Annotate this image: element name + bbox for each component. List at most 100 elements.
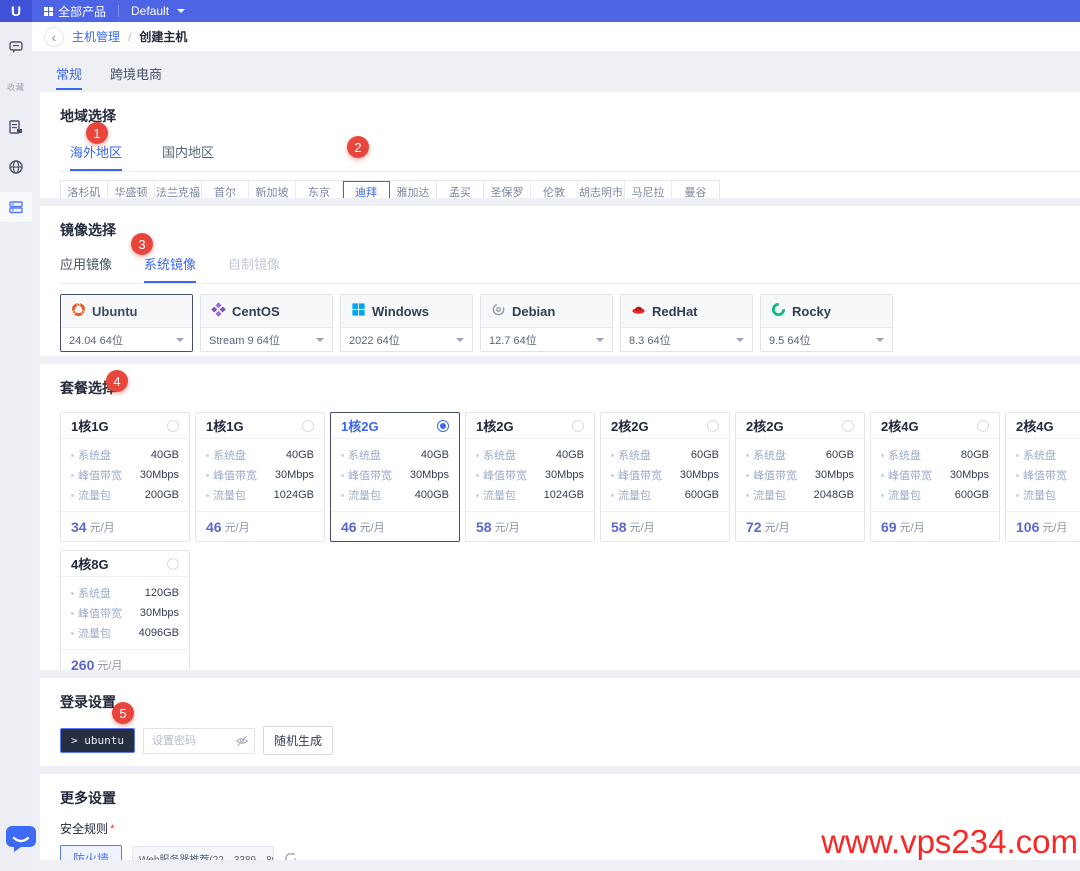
ubuntu-version-select[interactable]: 24.04 64位 [61,327,192,351]
chat-bubble-icon[interactable] [6,826,36,855]
city-saopaulo[interactable]: 圣保罗 [484,181,531,198]
firewall-button[interactable]: 防火墙 [60,845,122,860]
image-title: 镜像选择 [60,220,1080,240]
radio-icon[interactable] [842,420,854,432]
city-london[interactable]: 伦敦 [531,181,578,198]
spec-label: 流量包 [206,487,246,503]
spec-label: 系统盘 [71,585,111,601]
refresh-icon[interactable] [284,852,297,860]
city-mumbai[interactable]: 孟买 [437,181,484,198]
tab-general[interactable]: 常规 [56,64,82,90]
radio-icon[interactable] [707,420,719,432]
city-bangkok[interactable]: 曼谷 [672,181,719,198]
all-products-menu[interactable]: 全部产品 [32,0,118,22]
city-frankfurt[interactable]: 法兰克福 [155,181,202,198]
plan-card-1c1g-a[interactable]: 1核1G 系统盘40GB 峰值带宽30Mbps 流量包200GB 34元/月 [60,412,190,542]
os-card-centos[interactable]: CentOS Stream 9 64位 [200,294,333,352]
favorites-item[interactable]: 收藏 [0,72,32,102]
random-generate-button[interactable]: 随机生成 [263,726,333,755]
radio-checked-icon[interactable] [437,420,449,432]
plan-name: 1核2G [476,416,514,435]
city-washington[interactable]: 华盛顿 [108,181,155,198]
city-hochiminh[interactable]: 胡志明市 [578,181,625,198]
spec-value: 40GB [556,449,584,461]
support-chat-icon[interactable] [0,32,32,62]
radio-icon[interactable] [302,420,314,432]
radio-icon[interactable] [977,420,989,432]
security-rule-value: Web服务器推荐(22、3389、80、443) [139,851,274,860]
plan-card-2c2g-a[interactable]: 2核2G 系统盘60GB 峰值带宽30Mbps 流量包600GB 58元/月 [600,412,730,542]
back-button[interactable]: ‹ [44,27,64,47]
security-rule-select[interactable]: Web服务器推荐(22、3389、80、443) [132,846,274,861]
chevron-down-icon [736,338,744,342]
price-unit: 元/月 [225,519,250,535]
radio-icon[interactable] [572,420,584,432]
plan-name: 2核4G [881,416,919,435]
spec-label: 峰值带宽 [341,467,392,483]
password-field-wrap [143,728,255,754]
page-tabs: 常规 跨境电商 [40,52,1080,90]
spec-value: 30Mbps [140,469,179,481]
plan-name: 1核1G [206,416,244,435]
os-version: Stream 9 64位 [209,332,280,348]
plan-card-1c2g-b[interactable]: 1核2G 系统盘40GB 峰值带宽30Mbps 流量包1024GB 58元/月 [465,412,595,542]
plan-card-2c4g-a[interactable]: 2核4G 系统盘80GB 峰值带宽30Mbps 流量包600GB 69元/月 [870,412,1000,542]
plan-card-1c2g-a[interactable]: 1核2G 系统盘40GB 峰值带宽30Mbps 流量包400GB 46元/月 [330,412,460,542]
os-name: Ubuntu [92,304,137,319]
content: 常规 跨境电商 地域选择 1 2 海外地区 国内地区 洛杉矶 华盛顿 法兰克福 … [32,52,1080,871]
plan-card-4c8g[interactable]: 4核8G 系统盘120GB 峰值带宽30Mbps 流量包4096GB 260元/… [60,550,190,670]
debian-version-select[interactable]: 12.7 64位 [481,327,612,351]
spec-value: 400GB [415,489,449,501]
global-network-icon[interactable] [0,152,32,182]
spec-label: 峰值带宽 [1016,467,1067,483]
tab-app-image[interactable]: 应用镜像 [60,254,112,283]
page-title: 创建主机 [139,28,187,45]
os-card-ubuntu[interactable]: Ubuntu 24.04 64位 [60,294,193,352]
project-selector[interactable]: Default [119,0,197,22]
redhat-version-select[interactable]: 8.3 64位 [621,327,752,351]
price-unit: 元/月 [495,519,520,535]
spec-value: 40GB [421,449,449,461]
host-docs-icon[interactable] [0,112,32,142]
plan-card-2c2g-b[interactable]: 2核2G 系统盘60GB 峰值带宽30Mbps 流量包2048GB 72元/月 [735,412,865,542]
spec-label: 流量包 [71,625,111,641]
username-button[interactable]: > ubuntu [60,728,135,753]
tab-domestic[interactable]: 国内地区 [162,142,214,171]
os-version: 9.5 64位 [769,332,811,348]
radio-icon[interactable] [167,558,179,570]
price-unit: 元/月 [360,519,385,535]
tab-cross-border[interactable]: 跨境电商 [110,64,162,90]
os-card-windows[interactable]: Windows 2022 64位 [340,294,473,352]
city-seoul[interactable]: 首尔 [202,181,249,198]
city-manila[interactable]: 马尼拉 [625,181,672,198]
ucloud-logo[interactable]: U [0,0,32,22]
city-dubai[interactable]: 迪拜 [343,181,390,198]
plan-price: 46 [206,519,222,535]
eye-off-icon[interactable] [235,734,249,751]
spec-value: 2048GB [814,489,854,501]
tab-overseas[interactable]: 海外地区 [70,142,122,171]
breadcrumb: ‹ 主机管理 / 创建主机 [32,22,1080,52]
rocky-icon [771,302,786,320]
spec-value: 1024GB [274,489,314,501]
city-jakarta[interactable]: 雅加达 [390,181,437,198]
tab-system-image[interactable]: 系统镜像 [144,254,196,283]
tab-custom-image[interactable]: 自制镜像 [228,254,280,283]
city-singapore[interactable]: 新加坡 [249,181,296,198]
city-tokyo[interactable]: 东京 [296,181,343,198]
region-title: 地域选择 [60,106,1080,126]
city-losangeles[interactable]: 洛杉矶 [61,181,108,198]
plan-card-1c1g-b[interactable]: 1核1G 系统盘40GB 峰值带宽30Mbps 流量包1024GB 46元/月 [195,412,325,542]
plan-card-2c4g-b[interactable]: 2核4G 系统盘 峰值带宽 流量包 106元/月 [1005,412,1080,542]
rocky-version-select[interactable]: 9.5 64位 [761,327,892,351]
breadcrumb-parent[interactable]: 主机管理 [72,28,120,45]
os-card-debian[interactable]: Debian 12.7 64位 [480,294,613,352]
os-card-rocky[interactable]: Rocky 9.5 64位 [760,294,893,352]
spec-value: 30Mbps [950,469,989,481]
price-unit: 元/月 [90,519,115,535]
windows-version-select[interactable]: 2022 64位 [341,327,472,351]
radio-icon[interactable] [167,420,179,432]
os-card-redhat[interactable]: RedHat 8.3 64位 [620,294,753,352]
uhost-console-item[interactable] [0,192,32,222]
centos-version-select[interactable]: Stream 9 64位 [201,327,332,351]
